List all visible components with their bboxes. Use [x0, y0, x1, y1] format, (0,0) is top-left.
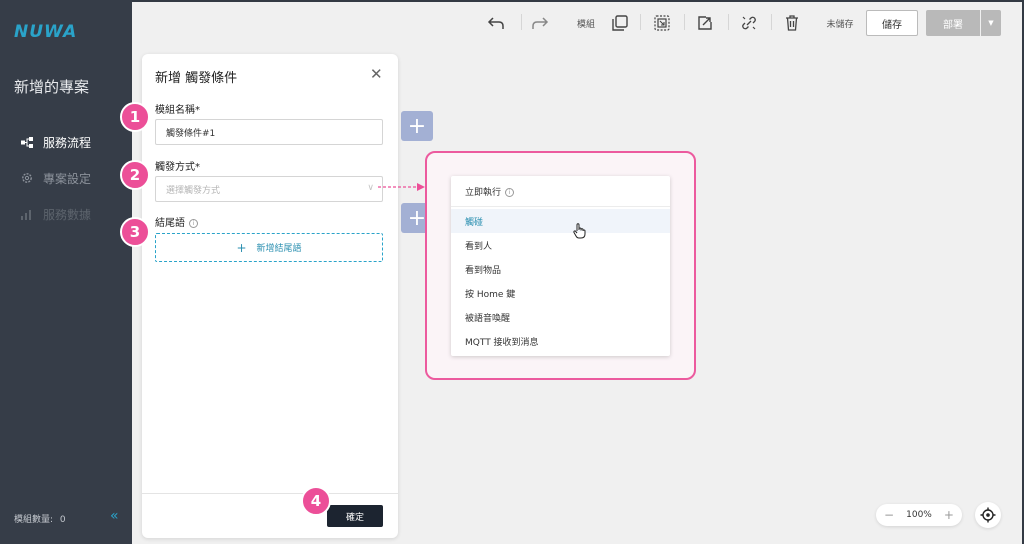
add-node-button[interactable]: +: [401, 111, 433, 141]
info-icon[interactable]: i: [189, 218, 198, 228]
chart-icon: [20, 207, 34, 221]
add-ending-phrase-label: 新增結尾語: [256, 244, 302, 254]
sidebar-item-project-settings[interactable]: 專案設定: [20, 169, 91, 187]
dropdown-option-touch[interactable]: 觸碰: [451, 209, 670, 233]
module-name-input[interactable]: 觸發條件#1: [155, 119, 383, 145]
trigger-method-placeholder: 選擇觸發方式: [166, 185, 221, 196]
sidebar-item-label: 專案設定: [43, 171, 92, 186]
plus-icon: +: [236, 240, 247, 255]
module-count: 模組數量: 0: [14, 512, 66, 525]
add-trigger-panel: 新增 觸發條件 ✕ 模組名稱* 觸發條件#1 觸發方式* 選擇觸發方式 ∨ 結尾…: [142, 54, 398, 538]
callout-1: 1: [120, 102, 150, 132]
dropdown-option-home-key[interactable]: 按 Home 鍵: [451, 281, 670, 305]
ending-phrase-label-row: 結尾語 i: [155, 214, 198, 229]
toolbar-divider: [521, 14, 522, 30]
deploy-dropdown-icon[interactable]: ▼: [981, 10, 1001, 36]
sidebar-item-label: 服務數據: [43, 207, 92, 222]
dropdown-header: 立即執行 i: [465, 185, 515, 198]
gear-icon: [20, 171, 34, 185]
dropdown-option-see-person[interactable]: 看到人: [451, 233, 670, 257]
duplicate-icon[interactable]: [608, 12, 632, 34]
dropdown-option-voice-wake[interactable]: 被語音喚醒: [451, 305, 670, 329]
export-module-icon[interactable]: [650, 12, 674, 34]
trigger-method-select[interactable]: 選擇觸發方式 ∨: [155, 176, 383, 202]
callout-4: 4: [301, 486, 331, 516]
info-icon[interactable]: i: [505, 188, 515, 197]
panel-title: 新增 觸發條件: [155, 71, 238, 86]
callout-3: 3: [120, 217, 150, 247]
dropdown-option-see-object[interactable]: 看到物品: [451, 257, 670, 281]
save-button[interactable]: 儲存: [866, 10, 918, 36]
close-icon[interactable]: ✕: [370, 65, 383, 83]
sidebar-item-service-flow[interactable]: 服務流程: [20, 133, 91, 151]
zoom-level: 100%: [906, 510, 932, 520]
chevron-down-icon: ∨: [367, 183, 374, 193]
callout-2: 2: [120, 160, 150, 190]
trigger-method-dropdown: 立即執行 i 觸碰 看到人 看到物品 按 Home 鍵 被語音喚醒 MQTT 接收…: [451, 176, 670, 356]
dropdown-option-mqtt[interactable]: MQTT 接收到消息: [451, 329, 670, 353]
toolbar-divider: [771, 14, 772, 30]
redo-icon[interactable]: [528, 12, 552, 34]
import-module-icon[interactable]: [693, 12, 717, 34]
sidebar: NUWA 新增的專案 服務流程 專案設定 服務數據 模組數量: 0 «: [0, 0, 132, 544]
zoom-control: − 100% +: [876, 504, 962, 526]
nuwa-logo: NUWA: [14, 22, 78, 42]
toolbar-divider: [684, 14, 685, 30]
toolbar-divider: [728, 14, 729, 30]
confirm-button[interactable]: 確定: [327, 505, 383, 527]
pointer-arrow: [378, 183, 425, 191]
unlink-icon[interactable]: [737, 12, 761, 34]
sidebar-item-label: 服務流程: [43, 135, 92, 150]
locate-icon[interactable]: [975, 502, 1001, 528]
undo-icon[interactable]: [484, 12, 508, 34]
immediate-execute-label: 立即執行: [465, 188, 502, 198]
unsaved-status: 未儲存: [826, 19, 854, 30]
sidebar-item-service-data[interactable]: 服務數據: [20, 205, 91, 223]
module-count-value: 0: [59, 515, 66, 525]
zoom-in-icon[interactable]: +: [944, 508, 954, 522]
dropdown-divider: [451, 206, 670, 207]
deploy-button[interactable]: 部署: [926, 10, 980, 36]
panel-footer-divider: [142, 493, 398, 494]
ending-phrase-label: 結尾語: [155, 218, 185, 229]
project-name: 新增的專案: [14, 78, 90, 96]
trigger-method-label: 觸發方式*: [155, 162, 200, 173]
hand-cursor-icon: [573, 223, 586, 243]
module-label: 模組: [576, 19, 595, 30]
collapse-sidebar-icon[interactable]: «: [110, 508, 119, 524]
sidebar-nav: 服務流程 專案設定 服務數據: [20, 133, 91, 241]
trash-icon[interactable]: [780, 12, 804, 34]
module-name-label: 模組名稱*: [155, 105, 200, 116]
flow-icon: [20, 135, 34, 149]
add-ending-phrase-button[interactable]: + 新增結尾語: [155, 233, 383, 262]
module-count-label: 模組數量:: [14, 515, 54, 525]
toolbar-divider: [640, 14, 641, 30]
zoom-out-icon[interactable]: −: [884, 508, 894, 522]
